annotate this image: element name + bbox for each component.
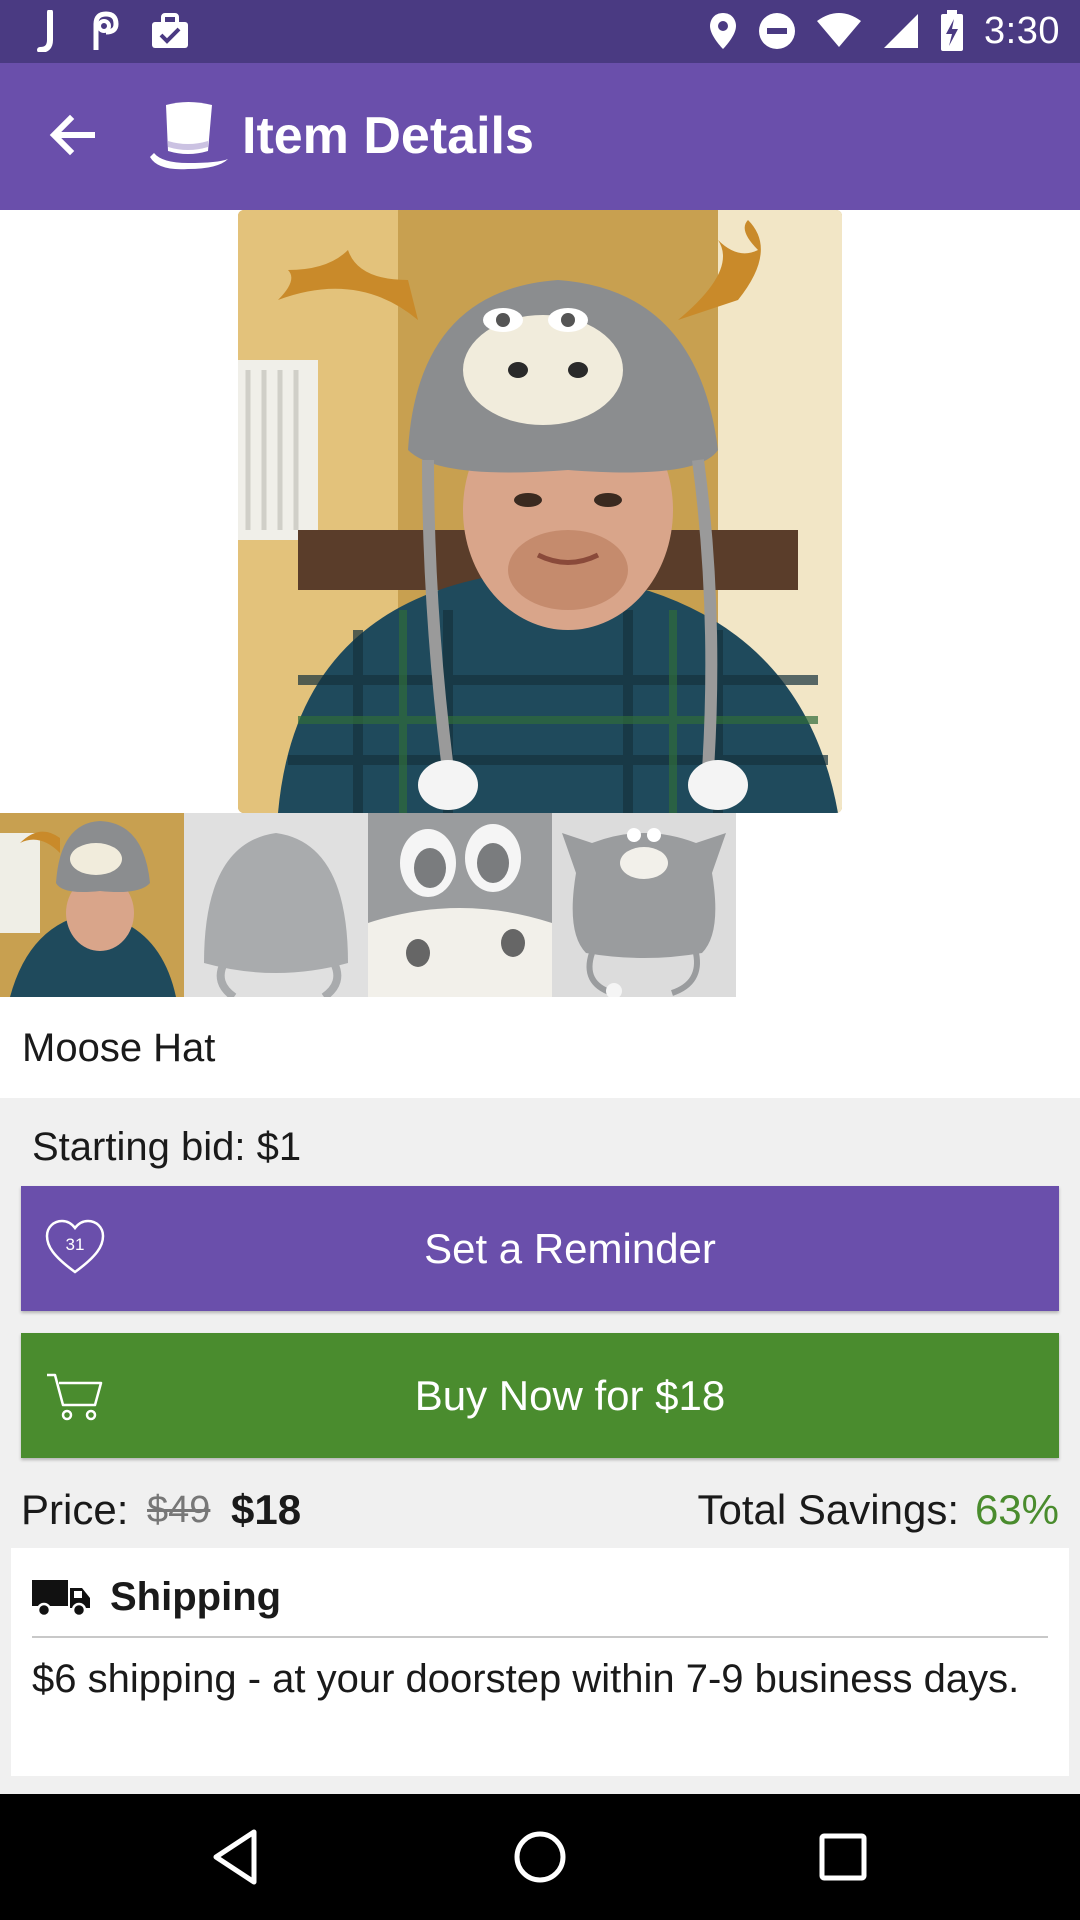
shipping-card: Shipping $6 shipping - at your doorstep … — [11, 1548, 1069, 1776]
briefcase-check-icon — [152, 13, 188, 48]
link-app-icon — [93, 11, 119, 50]
page-title: Item Details — [242, 107, 534, 165]
cart-icon — [47, 1373, 103, 1421]
thumbnail-1[interactable] — [0, 813, 184, 997]
top-hat-icon — [150, 102, 228, 170]
set-reminder-button[interactable]: 31 Set a Reminder — [21, 1186, 1059, 1311]
status-time: 3:30 — [984, 9, 1060, 52]
shipping-title: Shipping — [110, 1575, 282, 1619]
starting-bid: Starting bid: $1 — [32, 1125, 302, 1169]
arrow-back-icon[interactable] — [46, 107, 102, 163]
buy-now-button[interactable]: Buy Now for $18 — [21, 1333, 1059, 1458]
app-bar: Item Details — [0, 63, 1080, 210]
location-icon — [710, 13, 737, 49]
do-not-disturb-icon — [759, 13, 796, 49]
wifi-icon — [817, 13, 862, 47]
current-price: $18 — [231, 1486, 302, 1533]
item-title: Moose Hat — [22, 1026, 216, 1070]
main-product-image[interactable] — [238, 210, 842, 813]
price-row: Price: $49 $18 Total Savings: 63% — [21, 1482, 1059, 1538]
shipping-description: $6 shipping - at your doorstep within 7-… — [32, 1657, 1020, 1701]
truck-icon — [32, 1580, 90, 1618]
nav-back-icon[interactable] — [204, 1824, 270, 1890]
price-label: Price: — [21, 1486, 129, 1533]
thumbnail-strip — [0, 813, 736, 997]
savings-label: Total Savings: — [697, 1486, 959, 1533]
nav-home-icon[interactable] — [507, 1824, 573, 1890]
shipping-divider — [32, 1636, 1048, 1638]
savings-value: 63% — [974, 1486, 1059, 1533]
navigation-bar — [0, 1794, 1080, 1920]
thumbnail-3[interactable] — [368, 813, 552, 997]
cell-signal-icon — [884, 14, 919, 48]
thumbnail-2[interactable] — [184, 813, 368, 997]
buy-now-label: Buy Now for $18 — [414, 1371, 726, 1419]
nav-recents-icon[interactable] — [810, 1824, 876, 1890]
set-reminder-label: Set a Reminder — [424, 1224, 716, 1272]
heart-badge-icon: 31 — [45, 1219, 105, 1274]
battery-charging-icon — [941, 10, 964, 51]
j-app-icon — [37, 10, 53, 52]
svg-text:31: 31 — [66, 1235, 85, 1254]
thumbnail-4[interactable] — [552, 813, 736, 997]
original-price: $49 — [147, 1489, 211, 1531]
status-bar: 3:30 — [0, 0, 1080, 63]
